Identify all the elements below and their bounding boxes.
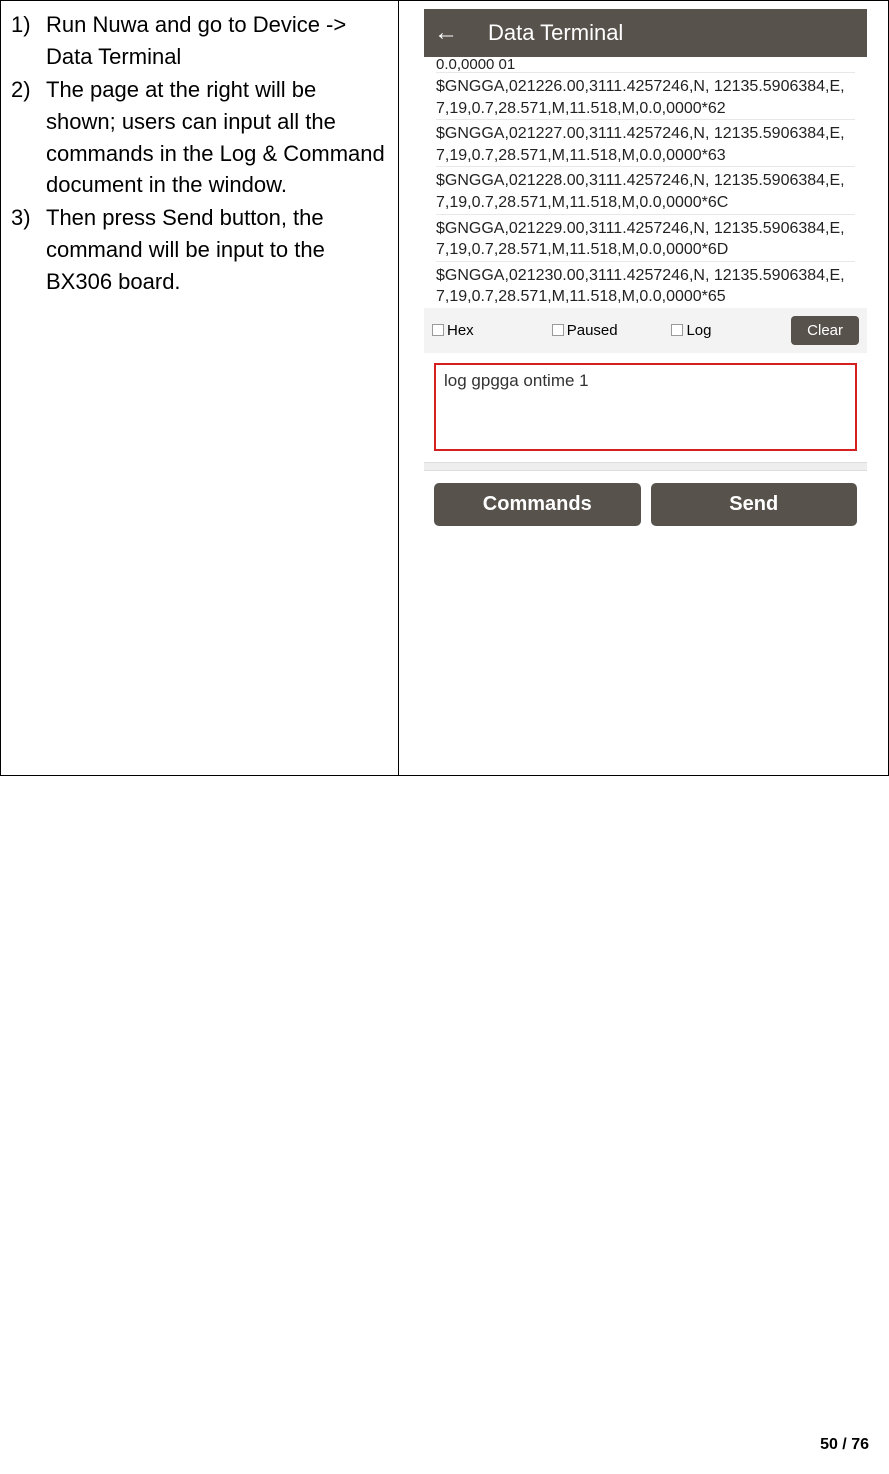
back-arrow-icon[interactable]: ←: [434, 19, 458, 47]
command-input[interactable]: [434, 363, 857, 451]
log-label: Log: [686, 322, 711, 339]
checkbox-icon: [552, 324, 564, 336]
checkbox-icon: [432, 324, 444, 336]
paused-checkbox[interactable]: Paused: [552, 322, 668, 339]
instruction-item-3: Then press Send button, the command will…: [11, 202, 388, 298]
input-wrap: [424, 353, 867, 462]
separator-bar: [424, 462, 867, 471]
page-number: 50 / 76: [820, 1436, 869, 1454]
log-line-cut: 0.0,0000 01: [436, 57, 855, 72]
header-title: Data Terminal: [488, 20, 623, 46]
instruction-item-2: The page at the right will be shown; use…: [11, 74, 388, 202]
bottom-button-row: Commands Send: [424, 471, 867, 538]
send-button[interactable]: Send: [651, 483, 858, 526]
log-line: $GNGGA,021227.00,3111.4257246,N, 12135.5…: [436, 119, 855, 166]
instructions-column: Run Nuwa and go to Device -> Data Termin…: [1, 1, 399, 775]
log-line: $GNGGA,021228.00,3111.4257246,N, 12135.5…: [436, 166, 855, 213]
content-row: Run Nuwa and go to Device -> Data Termin…: [0, 0, 889, 776]
instruction-list: Run Nuwa and go to Device -> Data Termin…: [11, 9, 388, 298]
log-output-area[interactable]: 0.0,0000 01 $GNGGA,021226.00,3111.425724…: [424, 57, 867, 308]
log-line: $GNGGA,021230.00,3111.4257246,N, 12135.5…: [436, 261, 855, 308]
instruction-item-1: Run Nuwa and go to Device -> Data Termin…: [11, 9, 388, 73]
hex-label: Hex: [447, 322, 474, 339]
screenshot-column: ← Data Terminal 0.0,0000 01 $GNGGA,02122…: [399, 1, 888, 775]
hex-checkbox[interactable]: Hex: [432, 322, 548, 339]
log-line: $GNGGA,021226.00,3111.4257246,N, 12135.5…: [436, 72, 855, 119]
checkbox-icon: [671, 324, 683, 336]
clear-button[interactable]: Clear: [791, 316, 859, 345]
phone-screenshot: ← Data Terminal 0.0,0000 01 $GNGGA,02122…: [424, 9, 867, 538]
app-header: ← Data Terminal: [424, 9, 867, 57]
log-checkbox[interactable]: Log: [671, 322, 787, 339]
commands-button[interactable]: Commands: [434, 483, 641, 526]
paused-label: Paused: [567, 322, 618, 339]
log-line: $GNGGA,021229.00,3111.4257246,N, 12135.5…: [436, 214, 855, 261]
controls-row: Hex Paused Log Clear: [424, 308, 867, 353]
